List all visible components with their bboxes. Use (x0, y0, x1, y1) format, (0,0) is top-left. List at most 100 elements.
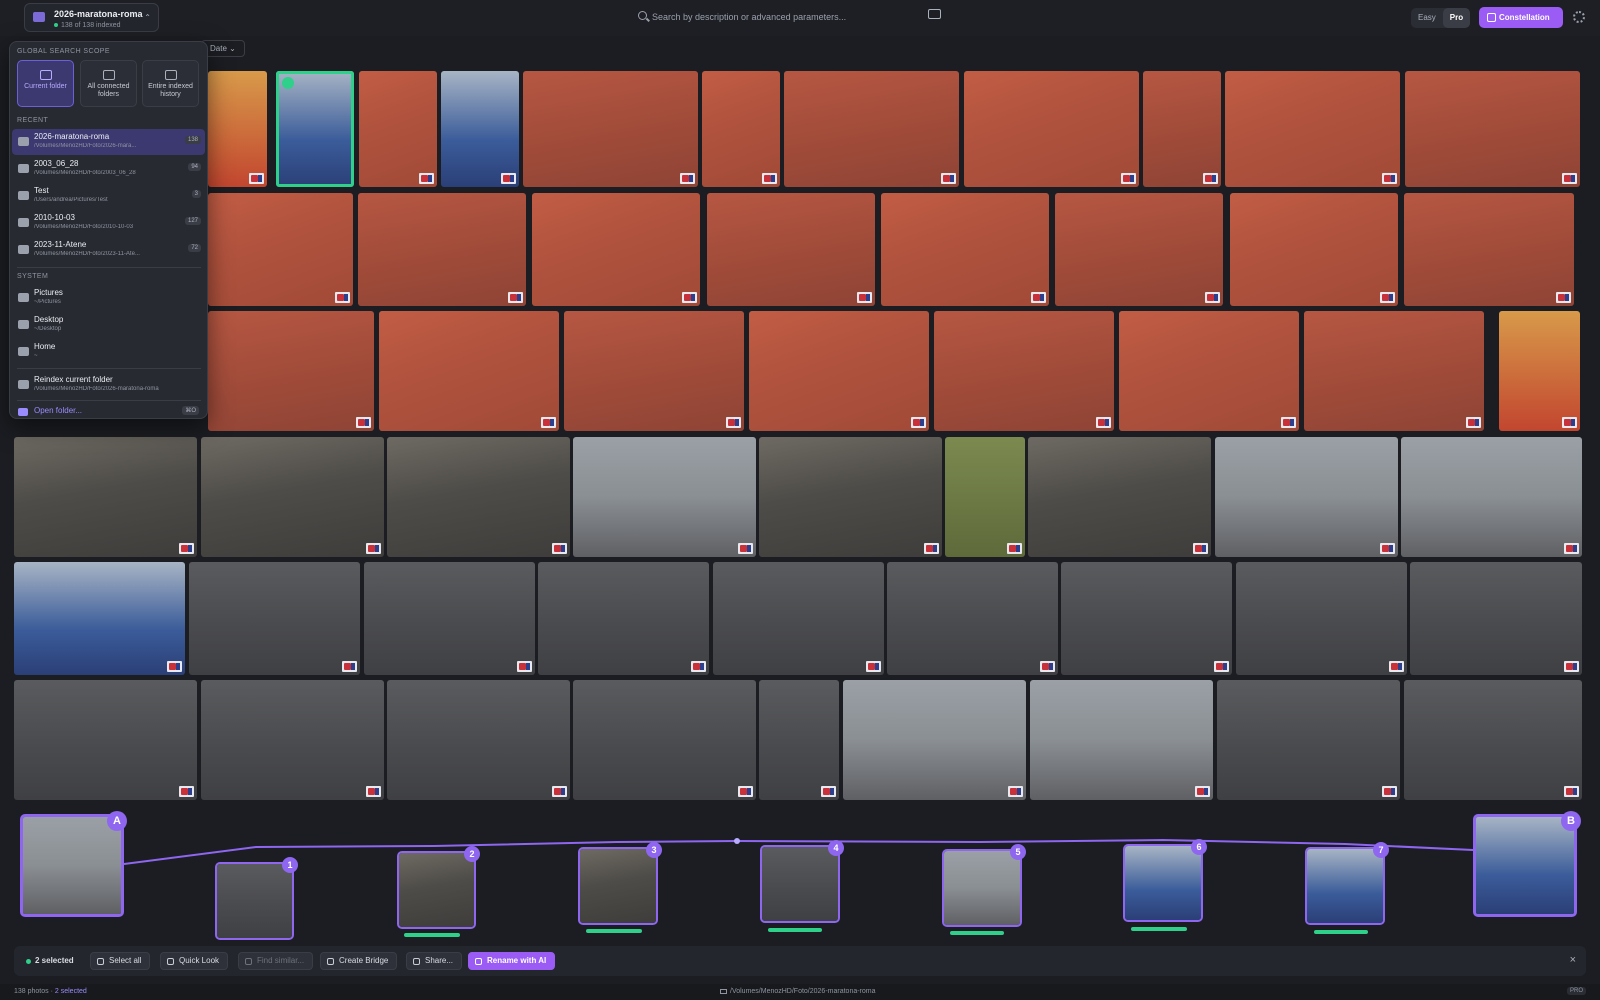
image-search-icon[interactable] (928, 9, 941, 19)
photo-thumbnail[interactable] (1030, 680, 1213, 800)
photo-thumbnail[interactable] (749, 311, 929, 431)
photo-thumbnail[interactable] (1236, 562, 1407, 675)
select-all-button[interactable]: Select all (90, 952, 151, 970)
photo-thumbnail[interactable] (201, 680, 384, 800)
photo-row (14, 311, 1584, 431)
photo-thumbnail[interactable] (1304, 311, 1484, 431)
rights-badge-icon (1008, 786, 1023, 797)
photo-thumbnail[interactable] (702, 71, 780, 187)
scope-current-folder-button[interactable]: Current folder (17, 60, 74, 107)
photo-thumbnail[interactable] (964, 71, 1139, 187)
bridge-start-node[interactable] (20, 814, 124, 917)
photo-thumbnail[interactable] (1119, 311, 1299, 431)
rename-with-ai-button[interactable]: Rename with AI (468, 952, 556, 970)
photo-thumbnail[interactable] (1410, 562, 1582, 675)
bridge-end-node[interactable] (1473, 814, 1577, 917)
photo-thumbnail[interactable] (934, 311, 1114, 431)
photo-thumbnail[interactable] (759, 437, 942, 557)
photo-thumbnail[interactable] (208, 71, 267, 187)
bridge-step-node[interactable] (1123, 844, 1203, 922)
close-icon[interactable]: × (1570, 955, 1576, 966)
recent-folder-item[interactable]: 2003_06_28 /Volumes/MenozHD/Foto/2003_06… (12, 156, 205, 182)
photo-thumbnail[interactable] (359, 71, 437, 187)
folder-name: 2026-maratona-roma (54, 9, 143, 19)
photo-thumbnail[interactable] (379, 311, 559, 431)
photo-thumbnail[interactable] (945, 437, 1025, 557)
gear-icon[interactable] (1573, 11, 1585, 23)
bridge-step-node[interactable] (1305, 847, 1385, 925)
photo-thumbnail[interactable] (1225, 71, 1400, 187)
photo-thumbnail[interactable] (14, 562, 185, 675)
rights-badge-icon (1382, 786, 1397, 797)
photo-thumbnail[interactable] (532, 193, 700, 306)
photo-thumbnail[interactable] (1061, 562, 1232, 675)
rights-badge-icon (501, 173, 516, 184)
photo-thumbnail[interactable] (387, 437, 570, 557)
photo-thumbnail[interactable] (538, 562, 709, 675)
system-item-pictures[interactable]: Pictures ~/Pictures (12, 285, 205, 311)
recent-folder-item[interactable]: Test /Users/andrea/Pictures/Test 3 (12, 183, 205, 209)
bridge-step-node[interactable] (760, 845, 840, 923)
photo-thumbnail[interactable] (887, 562, 1058, 675)
rights-badge-icon (1121, 173, 1136, 184)
bridge-step-node[interactable] (578, 847, 658, 925)
photo-thumbnail[interactable] (364, 562, 535, 675)
constellation-button[interactable]: Constellation (1479, 7, 1563, 28)
photo-thumbnail[interactable] (564, 311, 744, 431)
photo-thumbnail[interactable] (1217, 680, 1400, 800)
photo-thumbnail[interactable] (276, 71, 354, 187)
photo-thumbnail[interactable] (707, 193, 875, 306)
photo-thumbnail[interactable] (14, 437, 197, 557)
rights-badge-icon (1195, 786, 1210, 797)
photo-thumbnail[interactable] (843, 680, 1026, 800)
mode-pro-button[interactable]: Pro (1442, 8, 1471, 28)
system-item-desktop[interactable]: Desktop ~/Desktop (12, 312, 205, 338)
scope-history-button[interactable]: Entire indexed history (142, 60, 199, 107)
recent-folder-item[interactable]: 2010-10-03 /Volumes/MenozHD/Foto/2010-10… (12, 210, 205, 236)
mode-easy-button[interactable]: Easy (1411, 8, 1443, 28)
photo-thumbnail[interactable] (208, 193, 353, 306)
photo-thumbnail[interactable] (208, 311, 374, 431)
scope-all-folders-button[interactable]: All connected folders (80, 60, 137, 107)
photo-thumbnail[interactable] (1401, 437, 1582, 557)
bridge-step-node[interactable] (942, 849, 1022, 927)
photo-thumbnail[interactable] (1215, 437, 1398, 557)
photo-thumbnail[interactable] (523, 71, 698, 187)
photo-thumbnail[interactable] (573, 437, 756, 557)
photo-thumbnail[interactable] (1028, 437, 1211, 557)
search-input[interactable] (652, 8, 932, 26)
photo-thumbnail[interactable] (1143, 71, 1221, 187)
photo-thumbnail[interactable] (358, 193, 526, 306)
folder-index-status: 138 of 138 indexed (54, 22, 121, 29)
reindex-folder-item[interactable]: Reindex current folder /Volumes/MenozHD/… (12, 372, 205, 398)
bridge-step-node[interactable] (397, 851, 476, 929)
photo-thumbnail[interactable] (1404, 193, 1574, 306)
recent-folder-item[interactable]: 2026-maratona-roma /Volumes/MenozHD/Foto… (12, 129, 205, 155)
open-folder-link[interactable]: Open folder... (34, 406, 82, 415)
photo-thumbnail[interactable] (201, 437, 384, 557)
photo-thumbnail[interactable] (1055, 193, 1223, 306)
create-bridge-button[interactable]: Create Bridge (320, 952, 398, 970)
photo-thumbnail[interactable] (881, 193, 1049, 306)
photo-thumbnail[interactable] (387, 680, 570, 800)
quick-look-button[interactable]: Quick Look (160, 952, 229, 970)
photo-thumbnail[interactable] (573, 680, 756, 800)
share-button[interactable]: Share... (406, 952, 463, 970)
photo-thumbnail[interactable] (784, 71, 959, 187)
folder-selector-button[interactable]: 2026-maratona-roma 138 of 138 indexed ⌃ (24, 3, 159, 32)
find-similar-button[interactable]: Find similar... (238, 952, 314, 970)
system-item-home[interactable]: Home ~ (12, 339, 205, 365)
scope-section-title: GLOBAL SEARCH SCOPE (17, 48, 110, 55)
photo-thumbnail[interactable] (759, 680, 839, 800)
photo-thumbnail[interactable] (1405, 71, 1580, 187)
recent-folder-item[interactable]: 2023-11-Atene /Volumes/MenozHD/Foto/2023… (12, 237, 205, 263)
photo-thumbnail[interactable] (1404, 680, 1582, 800)
photo-thumbnail[interactable] (1230, 193, 1398, 306)
photo-thumbnail[interactable] (189, 562, 360, 675)
photo-thumbnail[interactable] (713, 562, 884, 675)
photo-thumbnail[interactable] (1499, 311, 1580, 431)
photo-thumbnail[interactable] (441, 71, 519, 187)
photo-thumbnail[interactable] (14, 680, 197, 800)
bridge-step-node[interactable] (215, 862, 294, 940)
bridge-icon (327, 958, 334, 965)
